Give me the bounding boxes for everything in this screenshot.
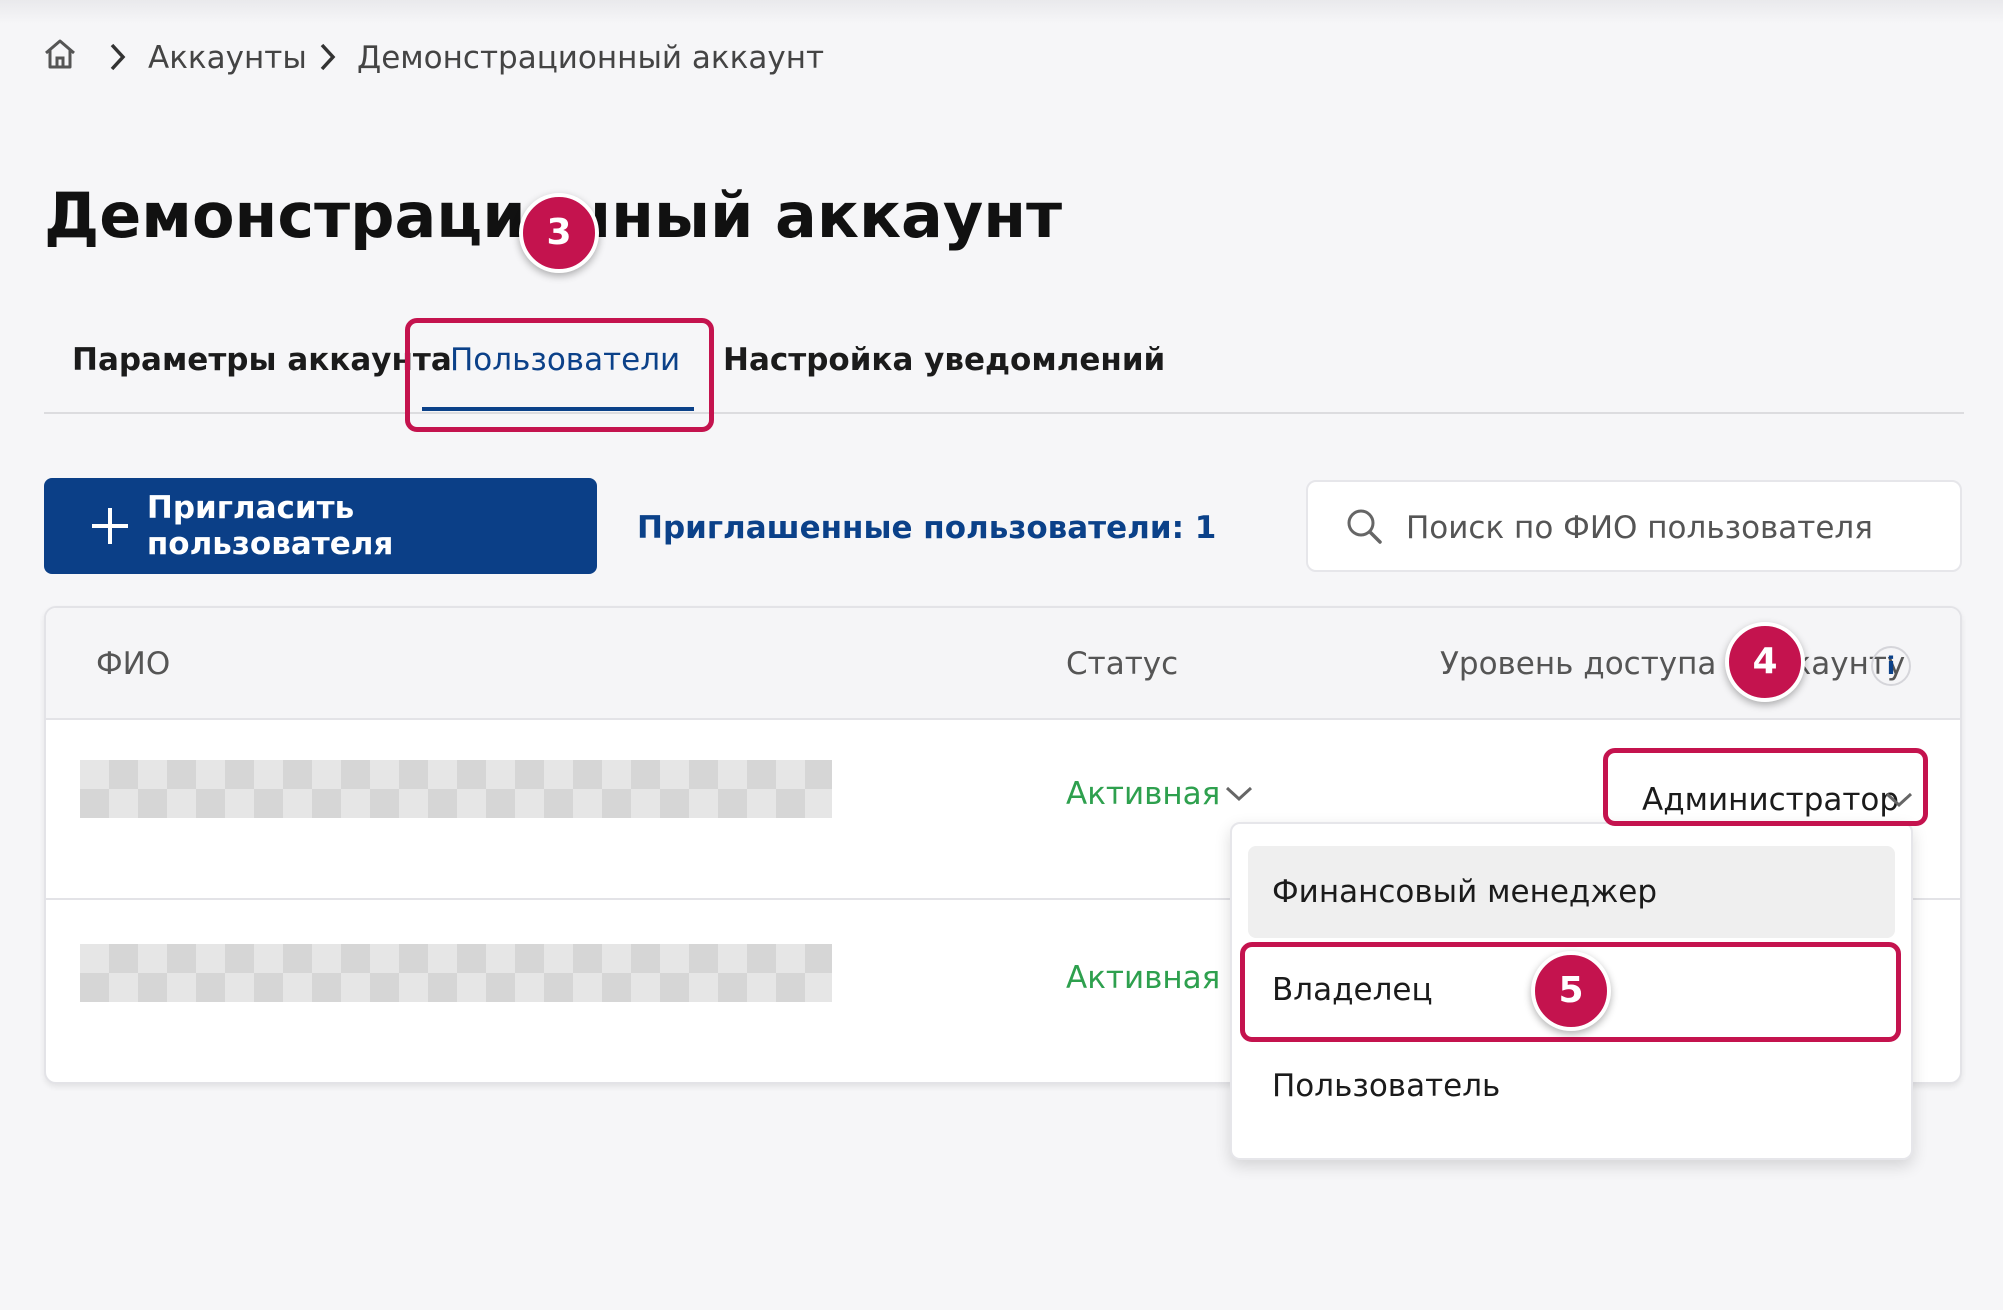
annotation-highlight-users-tab (405, 318, 714, 432)
annotation-highlight-role-select (1603, 748, 1928, 826)
invited-users-link[interactable]: Приглашенные пользователи: 1 (637, 508, 1216, 548)
search-input[interactable] (1404, 502, 1928, 554)
invite-user-button[interactable]: Пригласить пользователя (44, 478, 597, 574)
status-value[interactable]: Активная (1066, 774, 1220, 814)
breadcrumb-item-current: Демонстрационный аккаунт (357, 40, 825, 76)
table-header: ФИО Статус Уровень доступа к аккаунту i (46, 608, 1960, 720)
annotation-badge: 4 (1725, 622, 1805, 702)
dropdown-option-user[interactable]: Пользователь (1248, 1040, 1895, 1132)
dropdown-option-financial-manager[interactable]: Финансовый менеджер (1248, 846, 1895, 938)
chevron-down-icon[interactable] (1224, 784, 1254, 804)
annotation-badge: 3 (519, 193, 599, 273)
redacted-name (80, 944, 832, 1002)
annotation-badge: 5 (1531, 951, 1611, 1031)
home-icon[interactable] (42, 36, 78, 72)
search-icon (1347, 509, 1382, 544)
invite-user-label: Пригласить пользователя (146, 490, 394, 562)
tab-notification-settings[interactable]: Настройка уведомлений (723, 340, 1165, 380)
column-header-access-level[interactable]: Уровень доступа к аккаунту (1440, 644, 1905, 684)
plus-icon (92, 508, 128, 544)
info-icon[interactable]: i (1871, 646, 1911, 686)
tabs-divider (44, 412, 1964, 414)
status-value[interactable]: Активная (1066, 958, 1220, 998)
redacted-name (80, 760, 832, 818)
breadcrumb-item-accounts[interactable]: Аккаунты (148, 38, 307, 78)
top-shadow (0, 0, 2003, 24)
column-header-name[interactable]: ФИО (96, 644, 170, 684)
chevron-right-icon (320, 43, 336, 71)
tab-account-settings[interactable]: Параметры аккаунта (72, 340, 452, 380)
search-box[interactable] (1306, 480, 1962, 572)
column-header-status[interactable]: Статус (1066, 644, 1178, 684)
chevron-right-icon (110, 43, 126, 71)
